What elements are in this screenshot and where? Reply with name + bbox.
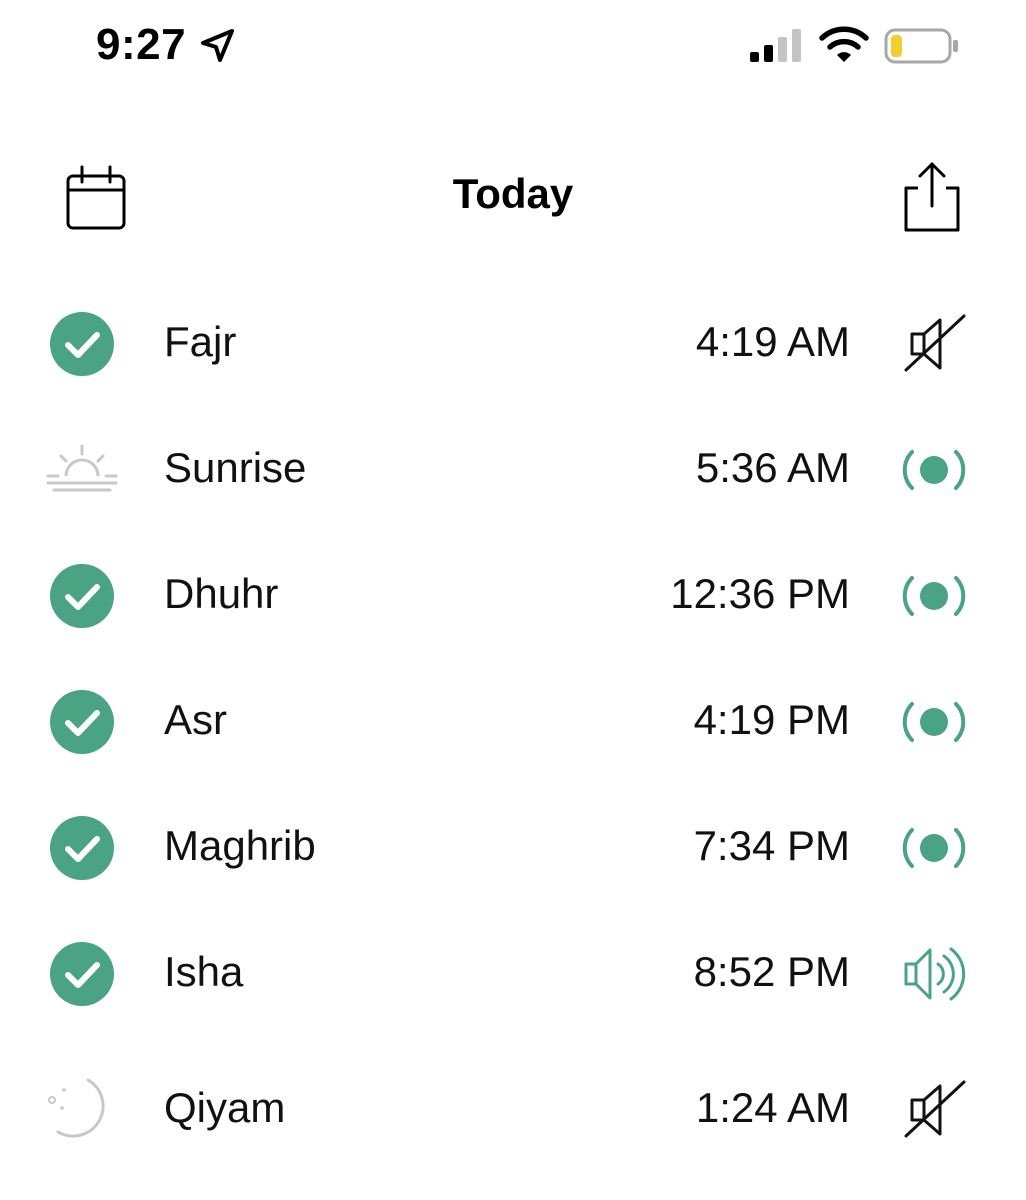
speaker-muted-icon[interactable] [896,1072,972,1148]
prayer-row-maghrib[interactable]: Maghrib 7:34 PM [0,796,1026,896]
prayer-name: Isha [164,948,244,995]
prayer-time: 4:19 PM [693,696,850,743]
notification-dot-icon[interactable] [896,810,972,886]
prayer-row-fajr[interactable]: Fajr 4:19 AM [0,292,1026,392]
notification-dot-icon[interactable] [896,558,972,634]
header: Today [0,150,1026,246]
prayer-row-isha[interactable]: Isha 8:52 PM [0,922,1026,1022]
notification-dot-icon[interactable] [896,684,972,760]
prayer-row-qiyam[interactable]: Qiyam 1:24 AM [0,1058,1026,1158]
prayer-time: 12:36 PM [670,570,850,617]
page-title: Today [452,170,574,217]
check-circle-icon[interactable] [44,558,120,634]
prayer-name: Maghrib [164,822,316,869]
status-bar: 9:27 [0,0,1026,92]
location-arrow-icon [201,29,234,62]
battery-low-icon [884,28,958,64]
prayer-row-dhuhr[interactable]: Dhuhr 12:36 PM [0,544,1026,644]
wifi-icon [819,26,869,62]
speaker-sound-icon[interactable] [896,936,972,1012]
status-time: 9:27 [96,20,187,69]
prayer-time: 7:34 PM [693,822,850,869]
sunrise-icon [46,444,118,492]
notification-dot-icon[interactable] [896,432,972,508]
prayer-name: Asr [164,696,227,743]
check-circle-icon[interactable] [44,810,120,886]
prayer-name: Fajr [164,318,237,365]
check-circle-icon[interactable] [44,306,120,382]
prayer-name: Sunrise [164,444,307,491]
prayer-time: 5:36 AM [695,444,850,491]
check-circle-icon[interactable] [44,936,120,1012]
prayer-row-sunrise[interactable]: Sunrise 5:36 AM [0,418,1026,518]
prayer-time: 8:52 PM [693,948,850,995]
crescent-moon-icon [48,1078,105,1138]
share-icon[interactable] [896,158,968,234]
cellular-signal-icon [750,29,801,62]
check-circle-icon[interactable] [44,684,120,760]
prayer-name: Qiyam [164,1084,286,1131]
prayer-time: 1:24 AM [695,1084,850,1131]
prayer-name: Dhuhr [164,570,279,617]
prayer-time: 4:19 AM [695,318,850,365]
prayer-times-screen: 9:27 Today Fajr 4:19 AM Sunrise 5:36 AM … [0,0,1026,1200]
speaker-muted-icon[interactable] [896,306,972,382]
prayer-row-asr[interactable]: Asr 4:19 PM [0,670,1026,770]
